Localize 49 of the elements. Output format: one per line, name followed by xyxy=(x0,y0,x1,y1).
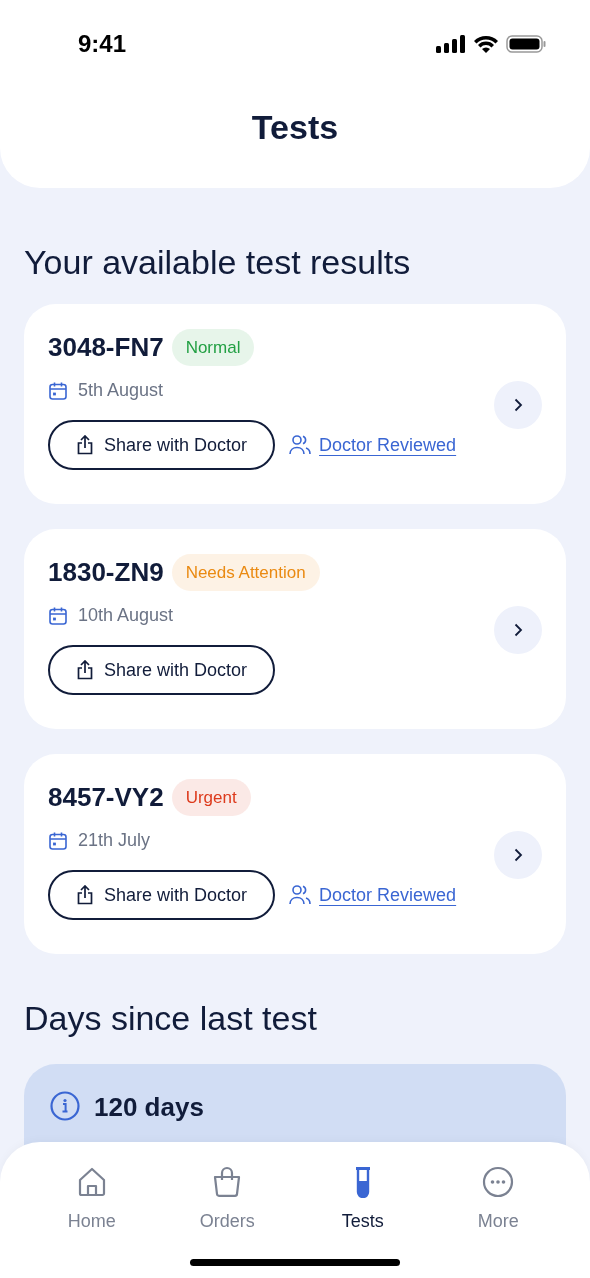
test-date: 21th July xyxy=(78,829,151,852)
page-title: Tests xyxy=(251,106,339,148)
test-code: 3048-FN7 xyxy=(48,331,164,364)
share-button[interactable]: Share with Doctor xyxy=(48,420,276,470)
battery-icon xyxy=(506,35,546,53)
chevron-button[interactable] xyxy=(494,381,542,429)
info-icon xyxy=(50,1091,80,1121)
test-code: 8457-VY2 xyxy=(48,781,164,814)
status-badge: Urgent xyxy=(171,778,251,817)
calendar-icon xyxy=(48,830,68,851)
doctor-reviewed-text[interactable]: Doctor Reviewed xyxy=(319,881,457,909)
people-icon xyxy=(289,884,312,906)
calendar-icon xyxy=(48,380,68,401)
tab-item[interactable]: Orders xyxy=(159,1164,295,1235)
tab-item[interactable]: Home xyxy=(24,1164,160,1235)
share-button[interactable]: Share with Doctor xyxy=(48,645,276,695)
test-tube-icon xyxy=(353,1166,372,1198)
more-icon xyxy=(482,1166,515,1198)
chevron-right-icon xyxy=(513,398,523,412)
share-button[interactable]: Share with Doctor xyxy=(48,870,276,920)
status-badge: Needs Attention xyxy=(171,553,320,592)
chevron-right-icon xyxy=(513,848,523,862)
chevron-right-icon xyxy=(513,623,523,637)
result-card[interactable]: 1830-ZN9 Needs Attention 10th August Share with Doctor xyxy=(24,529,566,729)
signal-icon xyxy=(436,35,466,53)
result-card[interactable]: 3048-FN7 Normal 5th August Share with Doctor Doctor Reviewed xyxy=(24,304,566,504)
status-badge: Normal xyxy=(171,328,255,367)
wifi-icon xyxy=(473,35,499,53)
shopping-bag-icon xyxy=(212,1166,243,1198)
doctor-reviewed-text[interactable]: Doctor Reviewed xyxy=(319,431,457,459)
section-heading: Your available test results xyxy=(24,242,412,283)
chevron-button[interactable] xyxy=(494,606,542,654)
test-code: 1830-ZN9 xyxy=(48,556,164,589)
result-card[interactable]: 8457-VY2 Urgent 21th July Share with Doctor Doctor Reviewed xyxy=(24,754,566,954)
section-heading: Days since last test xyxy=(24,998,318,1039)
calendar-icon xyxy=(48,605,68,626)
tab-item[interactable]: More xyxy=(430,1164,566,1235)
share-icon xyxy=(76,885,94,905)
share-icon xyxy=(76,435,94,455)
status-time: 9:41 xyxy=(78,29,127,59)
test-date: 10th August xyxy=(78,604,174,627)
chevron-button[interactable] xyxy=(494,831,542,879)
test-date: 5th August xyxy=(78,379,164,402)
share-icon xyxy=(76,660,94,680)
doctor-reviewed-link[interactable]: Doctor Reviewed xyxy=(289,431,457,459)
people-icon xyxy=(289,434,312,456)
tab-item[interactable]: Tests xyxy=(295,1164,431,1235)
doctor-reviewed-link[interactable]: Doctor Reviewed xyxy=(289,881,457,909)
days-count: 120 days xyxy=(94,1091,204,1124)
